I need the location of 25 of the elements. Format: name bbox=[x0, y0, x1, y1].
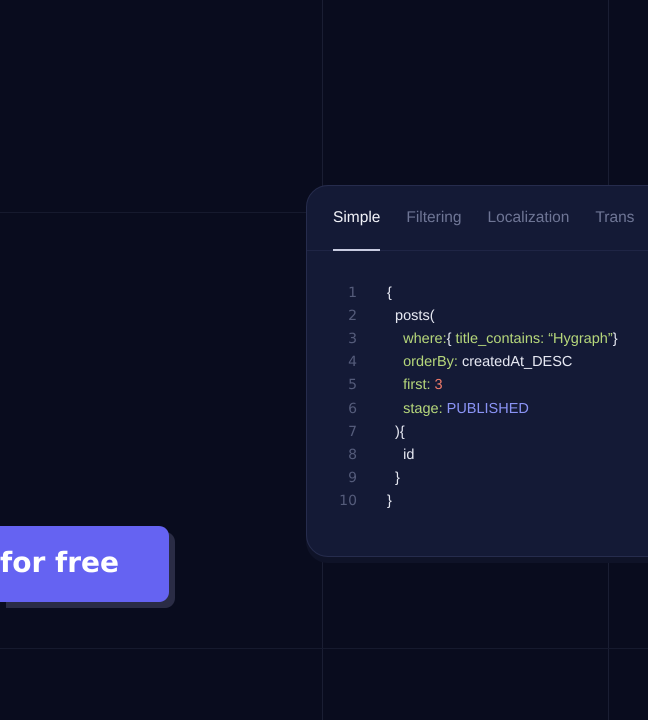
line-number: 7 bbox=[347, 424, 357, 440]
line-number: 10 bbox=[338, 493, 357, 510]
line-number: 8 bbox=[347, 446, 357, 463]
code-line: first: 3 bbox=[402, 377, 443, 394]
code-line: stage: PUBLISHED bbox=[402, 400, 529, 417]
line-number: 4 bbox=[347, 354, 357, 370]
tab[interactable]: Trans bbox=[595, 186, 634, 251]
line-number: 5 bbox=[347, 377, 357, 394]
code-line: ){ bbox=[394, 424, 405, 440]
code-line: { bbox=[387, 284, 392, 301]
tab[interactable]: Localization bbox=[488, 186, 570, 251]
code-line: posts( bbox=[394, 308, 435, 324]
line-number: 1 bbox=[347, 284, 357, 301]
line-number: 9 bbox=[347, 470, 357, 486]
line-number: 2 bbox=[347, 308, 357, 324]
code-line: orderBy: createdAt_DESC bbox=[402, 354, 572, 370]
code-line: where:{ title_contains: “Hygraph”} bbox=[402, 330, 618, 347]
get-started-button[interactable]: for free bbox=[0, 526, 169, 602]
tab[interactable]: Filtering bbox=[406, 186, 462, 251]
code-line: id bbox=[402, 446, 414, 463]
line-number: 6 bbox=[347, 400, 357, 417]
line-number: 3 bbox=[347, 330, 357, 347]
tab[interactable]: Simple bbox=[333, 186, 380, 251]
code-line: } bbox=[394, 470, 400, 486]
code-line: } bbox=[387, 493, 392, 510]
